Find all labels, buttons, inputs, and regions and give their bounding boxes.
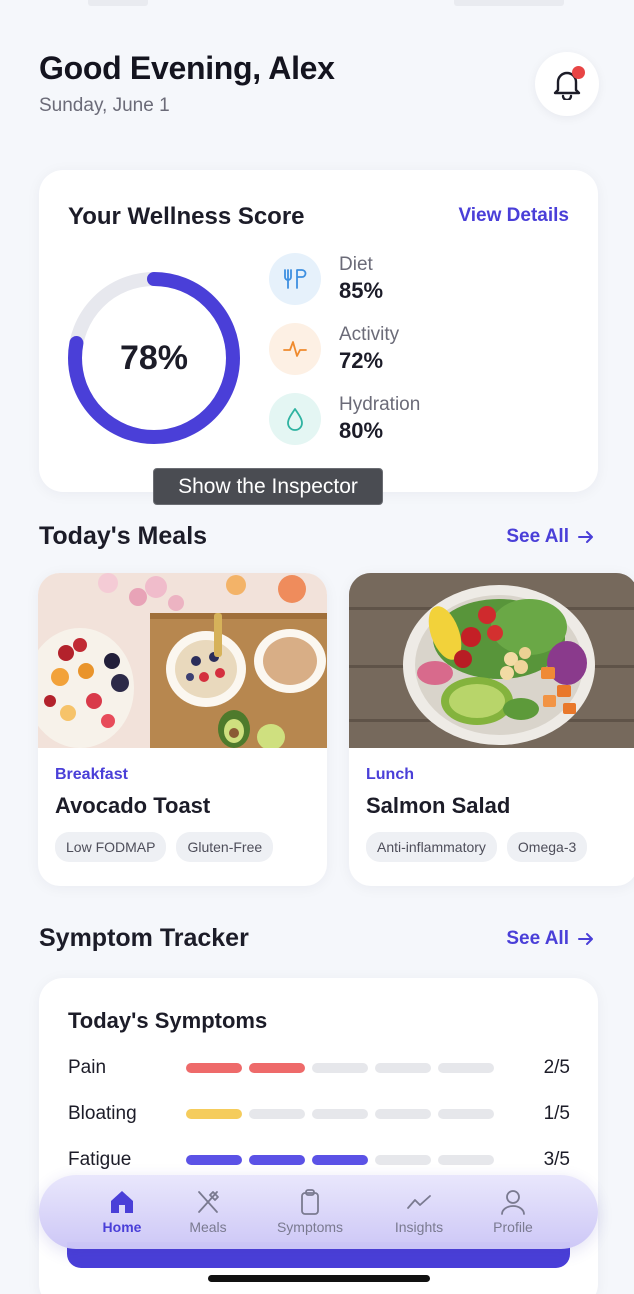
metric-label: Hydration (339, 394, 421, 415)
water-drop-icon (269, 393, 321, 445)
meal-tag: Low FODMAP (55, 832, 167, 862)
symptoms-see-all-link[interactable]: See All (506, 928, 595, 950)
bottom-tab-bar: Home Meals Symptoms Insights Profile (39, 1175, 598, 1249)
view-details-link[interactable]: View Details (458, 205, 569, 227)
symptom-severity-bar (186, 1155, 494, 1165)
arrow-right-icon (578, 933, 593, 945)
notification-badge (572, 66, 585, 79)
trend-line-icon (407, 1195, 431, 1209)
symptom-value: 3/5 (543, 1149, 570, 1170)
symptoms-card-title: Today's Symptoms (68, 1008, 268, 1033)
severity-segment (312, 1109, 368, 1119)
meal-photo-breakfast (38, 573, 327, 748)
symptom-section-title: Symptom Tracker (39, 924, 249, 952)
meal-name: Avocado Toast (55, 793, 211, 818)
notifications-button[interactable] (535, 52, 599, 116)
pulse-icon (269, 323, 321, 375)
symptom-label: Bloating (68, 1103, 137, 1124)
symptom-row-fatigue[interactable]: Fatigue 3/5 (68, 1148, 570, 1172)
meals-section-title: Today's Meals (39, 522, 208, 550)
meal-tag: Anti-inflammatory (366, 832, 497, 862)
severity-segment (249, 1063, 305, 1073)
severity-segment (249, 1155, 305, 1165)
severity-segment (438, 1063, 494, 1073)
inspector-tooltip: Show the Inspector (153, 468, 383, 505)
header: Good Evening, Alex Sunday, June 1 (39, 50, 335, 117)
symptom-severity-bar (186, 1109, 494, 1119)
fork-knife-icon (269, 253, 321, 305)
tab-label: Meals (189, 1219, 227, 1235)
tab-profile[interactable]: Profile (468, 1189, 558, 1235)
symptom-value: 2/5 (543, 1057, 570, 1078)
meal-type: Breakfast (55, 766, 128, 783)
tab-insights[interactable]: Insights (374, 1189, 464, 1235)
meal-photo-lunch (349, 573, 634, 748)
severity-segment (375, 1063, 431, 1073)
meals-see-all-link[interactable]: See All (506, 526, 595, 548)
severity-segment (312, 1063, 368, 1073)
severity-segment (186, 1063, 242, 1073)
wellness-title: Your Wellness Score (68, 203, 305, 230)
meal-tags: Low FODMAP Gluten-Free (55, 832, 274, 862)
meal-card-breakfast[interactable]: Breakfast Avocado Toast Low FODMAP Glute… (38, 573, 327, 886)
metric-diet: Diet 85% (269, 252, 383, 306)
utensils-icon (198, 1191, 219, 1213)
see-all-label: See All (506, 526, 569, 547)
meal-card-lunch[interactable]: Lunch Salmon Salad Anti-inflammatory Ome… (349, 573, 634, 886)
symptom-row-bloating[interactable]: Bloating 1/5 (68, 1102, 570, 1126)
tab-meals[interactable]: Meals (163, 1189, 253, 1235)
greeting: Good Evening, Alex (39, 50, 335, 86)
tab-home[interactable]: Home (77, 1189, 167, 1235)
severity-segment (438, 1155, 494, 1165)
metric-value: 80% (339, 418, 384, 443)
arrow-right-icon (578, 531, 593, 543)
status-icons (454, 0, 564, 6)
meal-type: Lunch (366, 766, 414, 783)
metric-value: 72% (339, 348, 384, 373)
severity-segment (186, 1109, 242, 1119)
metric-value: 85% (339, 278, 384, 303)
severity-segment (438, 1109, 494, 1119)
severity-segment (249, 1109, 305, 1119)
home-indicator (208, 1275, 430, 1282)
meal-tags: Anti-inflammatory Omega-3 (366, 832, 588, 862)
home-icon (111, 1191, 133, 1213)
meal-tag: Gluten-Free (176, 832, 274, 862)
clipboard-icon (301, 1189, 319, 1215)
metric-label: Diet (339, 254, 373, 275)
severity-segment (312, 1155, 368, 1165)
severity-segment (186, 1155, 242, 1165)
date-label: Sunday, June 1 (39, 95, 170, 116)
symptom-label: Fatigue (68, 1149, 132, 1170)
status-bar (0, 0, 634, 14)
status-time (88, 0, 148, 6)
metric-label: Activity (339, 324, 400, 345)
person-icon (501, 1190, 525, 1215)
wellness-score-value: 78% (119, 338, 189, 377)
symptom-value: 1/5 (543, 1103, 570, 1124)
severity-segment (375, 1155, 431, 1165)
tab-label: Symptoms (276, 1219, 344, 1235)
tab-label: Home (102, 1219, 142, 1235)
symptom-label: Pain (68, 1057, 107, 1078)
metric-activity: Activity 72% (269, 322, 399, 376)
symptom-row-pain[interactable]: Pain 2/5 (68, 1056, 570, 1080)
metric-hydration: Hydration 80% (269, 392, 420, 446)
wellness-card: Your Wellness Score View Details 78% Die… (39, 170, 598, 492)
meal-tag: Omega-3 (506, 832, 588, 862)
symptom-severity-bar (186, 1063, 494, 1073)
tab-label: Insights (394, 1219, 444, 1235)
meal-name: Salmon Salad (366, 793, 511, 818)
severity-segment (375, 1109, 431, 1119)
see-all-label: See All (506, 928, 569, 949)
tab-symptoms[interactable]: Symptoms (265, 1189, 355, 1235)
tab-label: Profile (493, 1219, 533, 1235)
